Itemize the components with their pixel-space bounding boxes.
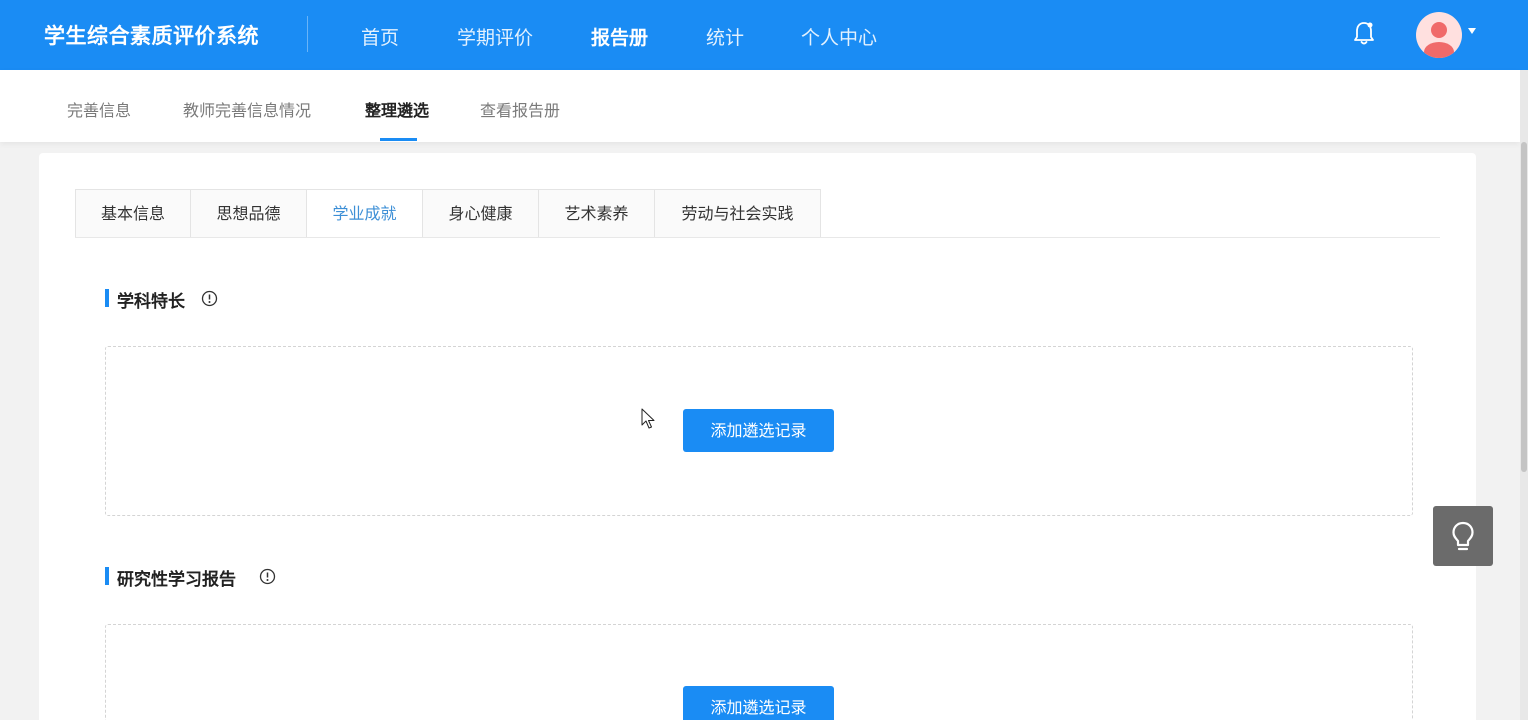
lightbulb-icon — [1452, 521, 1474, 551]
tab-physical-mental-health[interactable]: 身心健康 — [423, 189, 539, 238]
mouse-cursor-icon — [641, 408, 655, 429]
subnav-item-view-report[interactable]: 查看报告册 — [480, 97, 560, 121]
title-divider — [307, 16, 308, 52]
subnav-active-indicator — [380, 138, 417, 141]
app-title: 学生综合素质评价系统 — [44, 24, 259, 48]
add-selection-record-button[interactable]: 添加遴选记录 — [683, 409, 834, 452]
top-header: 学生综合素质评价系统 首页 学期评价 报告册 统计 个人中心 — [0, 0, 1528, 70]
section-title: 研究性学习报告 — [117, 570, 236, 590]
info-circle-icon[interactable] — [201, 290, 218, 307]
nav-item-statistics[interactable]: 统计 — [706, 23, 744, 50]
tab-moral-character[interactable]: 思想品德 — [191, 189, 307, 238]
nav-item-report-book[interactable]: 报告册 — [591, 23, 648, 50]
nav-item-home[interactable]: 首页 — [361, 23, 399, 50]
tab-labor-social-practice[interactable]: 劳动与社会实践 — [655, 189, 821, 238]
sub-nav: 完善信息 教师完善信息情况 整理遴选 查看报告册 — [0, 70, 1520, 142]
tab-academic-achievement[interactable]: 学业成就 — [307, 189, 423, 238]
bell-icon[interactable] — [1352, 20, 1376, 48]
section-accent-bar — [105, 289, 109, 307]
subnav-item-organize-select[interactable]: 整理遴选 — [365, 97, 429, 121]
nav-item-personal-center[interactable]: 个人中心 — [801, 23, 877, 50]
scrollbar-thumb[interactable] — [1521, 142, 1527, 472]
nav-item-semester-evaluation[interactable]: 学期评价 — [457, 23, 533, 50]
tab-basic-info[interactable]: 基本信息 — [75, 189, 191, 238]
tabs-divider — [75, 237, 1440, 238]
add-selection-record-button[interactable]: 添加遴选记录 — [683, 686, 834, 720]
tab-art-literacy[interactable]: 艺术素养 — [539, 189, 655, 238]
section-accent-bar — [105, 567, 109, 585]
avatar-person-icon — [1424, 22, 1454, 58]
info-circle-icon[interactable] — [259, 568, 276, 585]
user-avatar[interactable] — [1416, 12, 1462, 58]
lightbulb-help-button[interactable] — [1433, 506, 1493, 566]
caret-down-icon[interactable] — [1468, 28, 1476, 34]
subnav-item-teacher-info-status[interactable]: 教师完善信息情况 — [183, 97, 311, 121]
subnav-item-complete-info[interactable]: 完善信息 — [67, 97, 131, 121]
section-title: 学科特长 — [117, 292, 185, 312]
